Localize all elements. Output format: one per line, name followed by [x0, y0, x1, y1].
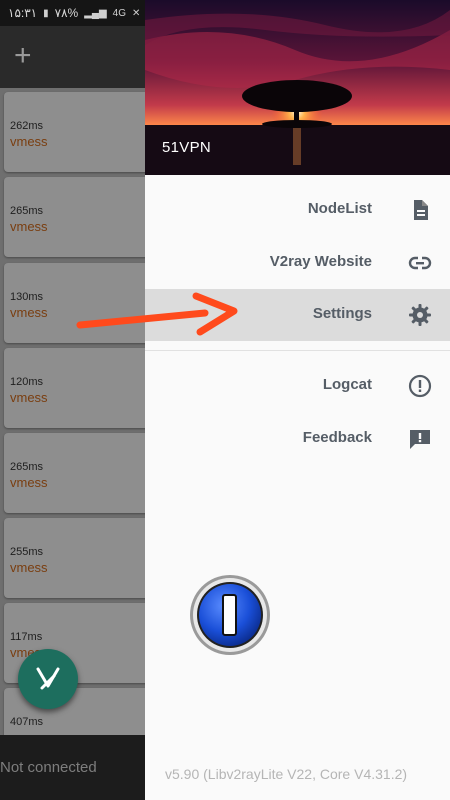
- document-icon: [414, 200, 428, 220]
- menu-item-label: Settings: [312, 305, 372, 322]
- menu-item-v2ray-website[interactable]: V2ray Website: [145, 237, 450, 289]
- server-latency: 265ms: [10, 205, 44, 217]
- server-protocol: vmess: [10, 134, 48, 149]
- network-type: 4G: [112, 7, 127, 19]
- app-brand-name: 51VPN: [162, 139, 212, 156]
- server-card[interactable]: 130ms vmess: [4, 263, 145, 343]
- signal-icon: ▂▄▆: [84, 7, 107, 19]
- mute-icon: ✕: [132, 7, 141, 19]
- navigation-drawer: 51VPN NodeList V2ray Website Settings Lo…: [145, 0, 450, 800]
- server-latency: 120ms: [10, 376, 44, 388]
- menu-item-label: NodeList: [307, 200, 372, 217]
- server-latency: 117ms: [10, 631, 43, 643]
- menu-item-feedback[interactable]: Feedback: [145, 413, 450, 465]
- power-button-icon[interactable]: [188, 573, 272, 657]
- connection-status: Not connected: [0, 759, 97, 776]
- server-latency: 262ms: [10, 120, 44, 132]
- link-icon: [408, 256, 432, 270]
- menu-item-label: Feedback: [302, 429, 372, 446]
- menu-item-settings[interactable]: Settings: [145, 289, 450, 341]
- connect-fab[interactable]: [18, 649, 78, 709]
- server-card[interactable]: 262ms vmess: [4, 92, 145, 172]
- connection-bar: Not connected: [0, 735, 145, 800]
- menu-item-logcat[interactable]: Logcat: [145, 360, 450, 412]
- server-card[interactable]: 265ms vmess: [4, 177, 145, 257]
- menu-item-nodelist[interactable]: NodeList: [145, 184, 450, 236]
- status-time: ۱۵:۳۱: [8, 6, 38, 20]
- server-protocol: vmess: [10, 475, 48, 490]
- server-protocol: vmess: [10, 390, 48, 405]
- server-protocol: vmess: [10, 219, 48, 234]
- server-card[interactable]: 265ms vmess: [4, 433, 145, 513]
- server-protocol: vmess: [10, 305, 48, 320]
- server-latency: 407ms: [10, 716, 44, 728]
- alert-circle-icon: [408, 374, 432, 398]
- gear-icon: [409, 304, 431, 326]
- menu-divider: [145, 350, 450, 351]
- server-list: 262ms vmess 265ms vmess 130ms vmess 120m…: [0, 88, 145, 735]
- server-card[interactable]: 120ms vmess: [4, 348, 145, 428]
- add-server-button[interactable]: +: [14, 36, 32, 76]
- v-logo-icon: [36, 667, 60, 690]
- menu-item-label: Logcat: [322, 376, 372, 393]
- server-latency: 130ms: [10, 291, 44, 303]
- server-protocol: vmess: [10, 560, 48, 575]
- status-bar: ۱۵:۳۱ ▮ ۷۸% ▂▄▆ 4G ✕: [0, 0, 145, 26]
- feedback-icon: [410, 430, 430, 449]
- battery-icon: ▮: [43, 7, 49, 19]
- server-card[interactable]: 255ms vmess: [4, 518, 145, 598]
- menu-item-label: V2ray Website: [269, 253, 372, 270]
- server-latency: 265ms: [10, 461, 44, 473]
- drawer-header: 51VPN: [145, 0, 450, 175]
- battery-level: ۷۸%: [54, 6, 79, 20]
- version-info: v5.90 (Libv2rayLite V22, Core V4.31.2): [165, 766, 408, 782]
- server-latency: 255ms: [10, 546, 44, 558]
- app-toolbar: +: [0, 26, 145, 88]
